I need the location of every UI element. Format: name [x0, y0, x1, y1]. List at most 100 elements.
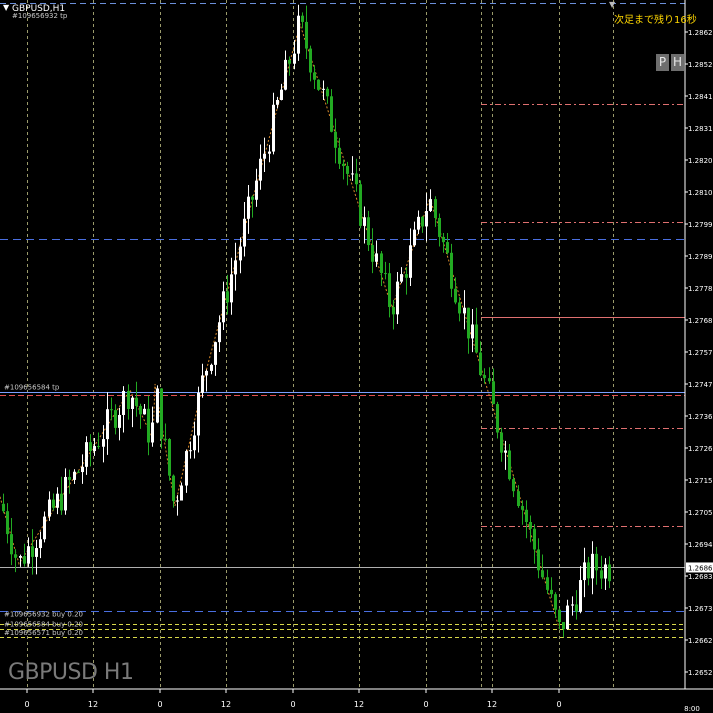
price-tick-label: 1.27575 [688, 349, 713, 357]
price-tick-label: 1.28415 [688, 93, 713, 101]
candle-body [342, 163, 345, 167]
price-tick-label: 1.27365 [688, 413, 713, 421]
candle-body [346, 166, 349, 174]
price-tick-label: 1.27785 [688, 285, 713, 293]
candle-body [442, 236, 445, 243]
candle-body [413, 229, 416, 246]
candle-body [417, 216, 420, 230]
candle-body [330, 96, 333, 132]
price-tick-label: 1.27260 [688, 445, 713, 453]
candle-body [48, 499, 51, 517]
candle-body [272, 104, 275, 152]
candle-body [512, 479, 515, 492]
candle-body [288, 59, 291, 64]
candle-body [52, 499, 55, 508]
candle-body [180, 485, 183, 501]
candle-body [583, 562, 586, 581]
chevron-down-icon: ▼ [3, 3, 10, 12]
candle-body [127, 390, 130, 409]
candle-body [27, 546, 30, 564]
candle-body [110, 409, 113, 411]
time-tick-label: 0 [423, 700, 428, 709]
candle-body [554, 594, 557, 610]
candle-body [81, 466, 84, 473]
candle-body [326, 88, 329, 97]
candle-body [239, 246, 242, 261]
candle-body [234, 260, 237, 275]
candle-body [222, 291, 225, 323]
candle-body [218, 322, 221, 343]
candle-body [562, 622, 565, 630]
order-label: #109656571 buy 0.20 [4, 629, 83, 637]
time-tick-label: 12 [487, 700, 497, 709]
candle-body [114, 410, 117, 428]
candle-body [317, 79, 320, 90]
candle-body [151, 422, 154, 443]
price-tick-label: 1.26730 [688, 605, 713, 613]
candle-body [546, 577, 549, 590]
candle-body [400, 274, 403, 282]
candle-body [251, 196, 254, 200]
time-tick-label: 0 [556, 700, 561, 709]
candle-body [434, 199, 437, 218]
panel-button-h[interactable]: H [671, 54, 684, 71]
candle-body [56, 493, 59, 508]
candle-body [189, 450, 192, 452]
candle-body [533, 528, 536, 550]
candle-body [421, 216, 424, 227]
current-price-label: 1.26868 [688, 564, 713, 572]
price-tick-label: 1.27995 [688, 221, 713, 229]
order-labels: #109656584 tp #109656932 buy 0.20 #1096565… [4, 384, 83, 637]
candle-body [160, 388, 163, 439]
time-tick-label: 0 [157, 700, 162, 709]
order-label: #109656932 buy 0.20 [4, 611, 83, 619]
candle-body [517, 491, 520, 507]
candle-body [488, 378, 491, 382]
candle-body [450, 252, 453, 289]
candle-body [276, 99, 279, 105]
candle-body [604, 564, 607, 579]
candle-body [93, 446, 96, 452]
candle-body [255, 180, 258, 200]
candle-body [263, 153, 266, 159]
candle-body [500, 432, 503, 453]
candle-body [322, 88, 325, 90]
candle-body [176, 500, 179, 502]
candle-body [355, 173, 358, 185]
candle-body [537, 549, 540, 571]
candle-body [14, 554, 17, 558]
candle-body [106, 409, 109, 440]
candle-body [60, 493, 63, 511]
price-tick-label: 1.28520 [688, 61, 713, 69]
candle-body [64, 476, 67, 511]
candle-body [147, 408, 150, 443]
candle-body [591, 553, 594, 579]
panel-button-p[interactable]: P [656, 54, 669, 71]
candle-body [39, 539, 42, 549]
order-label: #109656584 tp [4, 384, 60, 392]
candle-body [193, 435, 196, 451]
price-chart[interactable]: 1.28625 1.28520 1.28415 1.28310 1.28205 1.281… [0, 0, 713, 713]
candle-body [247, 196, 250, 219]
candle-body [143, 408, 146, 415]
price-tick-label: 1.27890 [688, 253, 713, 261]
candle-body [205, 370, 208, 376]
candle-body [118, 414, 121, 428]
candle-body [363, 217, 366, 226]
candle-body [226, 291, 229, 303]
price-tick-label: 1.27050 [688, 509, 713, 517]
candle-body [243, 218, 246, 247]
candle-body [454, 288, 457, 303]
time-axis: 0 12 0 12 0 12 0 12 0 8:00 [24, 689, 700, 713]
candle-body [305, 21, 308, 49]
candle-body [496, 404, 499, 433]
candle-body [102, 439, 105, 447]
candle-body [89, 442, 92, 452]
candle-body [525, 509, 528, 523]
candle-body [359, 184, 362, 226]
candle-body [429, 199, 432, 212]
candle-body [259, 158, 262, 181]
candle-body [164, 438, 167, 440]
candle-body [185, 451, 188, 486]
candle-body [97, 446, 100, 448]
